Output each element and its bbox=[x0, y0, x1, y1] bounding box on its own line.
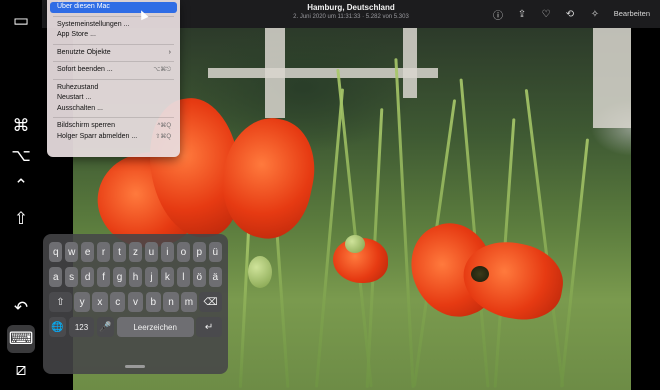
key-k[interactable]: k bbox=[160, 267, 175, 287]
menu-item-shut-down[interactable]: Ausschalten ... bbox=[50, 104, 177, 115]
fence-post bbox=[403, 28, 417, 98]
key-b[interactable]: b bbox=[145, 292, 161, 312]
menu-item-recent-items[interactable]: Benutzte Objekte › bbox=[50, 48, 177, 59]
keyboard-drag-handle[interactable] bbox=[125, 365, 145, 368]
key-m[interactable]: m bbox=[181, 292, 197, 312]
poppy-bud bbox=[345, 235, 365, 253]
shortcut-label: ⌥⌘⎋ bbox=[153, 67, 171, 73]
menu-item-app-store[interactable]: App Store ... bbox=[50, 30, 177, 41]
apple-menu: Über diesen Mac Systemeinstellungen ... … bbox=[47, 0, 180, 157]
shortcut-label: ⇧⌘Q bbox=[155, 133, 171, 140]
globe-key-icon[interactable]: 🌐 bbox=[49, 317, 67, 337]
sidecar-sidebar: ▭ ⌘ ⌥ ⌃ ⇧ ↶ ⌨ ⧄ bbox=[0, 0, 42, 390]
key-s[interactable]: s bbox=[64, 267, 79, 287]
key-z[interactable]: z bbox=[128, 242, 143, 262]
key-r[interactable]: r bbox=[96, 242, 111, 262]
rotate-icon[interactable]: ⟲ bbox=[563, 7, 577, 21]
key-n[interactable]: n bbox=[163, 292, 179, 312]
menu-item-log-out[interactable]: Holger Sparr abmelden ... ⇧⌘Q bbox=[50, 132, 177, 143]
microphone-key-icon[interactable]: 🎤 bbox=[96, 317, 115, 337]
edit-button[interactable]: Bearbeiten bbox=[614, 9, 650, 18]
poppy-center bbox=[471, 266, 489, 282]
hide-sidebar-icon[interactable]: ⧄ bbox=[8, 357, 34, 383]
magic-wand-icon[interactable]: ✧ bbox=[588, 7, 602, 21]
poppy-bud bbox=[248, 256, 272, 288]
key-row-1: q w e r t z u i o p ü bbox=[49, 242, 222, 262]
keyboard-icon[interactable]: ⌨ bbox=[7, 325, 35, 353]
key-t[interactable]: t bbox=[112, 242, 127, 262]
numbers-key[interactable]: 123 bbox=[68, 317, 95, 337]
key-row-3: ⇧ y x c v b n m ⌫ bbox=[49, 292, 222, 312]
key-u[interactable]: u bbox=[144, 242, 159, 262]
menu-item-about-mac[interactable]: Über diesen Mac bbox=[50, 2, 177, 13]
menu-item-system-preferences[interactable]: Systemeinstellungen ... bbox=[50, 20, 177, 31]
chevron-right-icon: › bbox=[168, 48, 171, 56]
shift-icon[interactable]: ⇧ bbox=[8, 206, 34, 232]
shift-key-icon[interactable]: ⇧ bbox=[49, 292, 72, 312]
key-g[interactable]: g bbox=[112, 267, 127, 287]
menu-item-force-quit[interactable]: Sofort beenden ... ⌥⌘⎋ bbox=[50, 65, 177, 76]
key-row-2: a s d f g h j k l ö ä bbox=[49, 267, 222, 287]
fence-post bbox=[265, 28, 285, 118]
key-h[interactable]: h bbox=[128, 267, 143, 287]
key-i[interactable]: i bbox=[160, 242, 175, 262]
key-row-4: 🌐 123 🎤 Leerzeichen ↵ bbox=[49, 317, 222, 337]
menu-separator bbox=[53, 117, 174, 118]
key-a[interactable]: a bbox=[49, 267, 63, 287]
grass-blade bbox=[314, 88, 345, 388]
key-p[interactable]: p bbox=[192, 242, 207, 262]
menu-separator bbox=[53, 15, 174, 17]
key-ae[interactable]: ä bbox=[208, 267, 222, 287]
key-oe[interactable]: ö bbox=[192, 267, 207, 287]
space-key[interactable]: Leerzeichen bbox=[116, 317, 194, 337]
onscreen-keyboard: q w e r t z u i o p ü a s d f g h j k l … bbox=[43, 234, 228, 374]
key-l[interactable]: l bbox=[176, 267, 191, 287]
key-d[interactable]: d bbox=[80, 267, 95, 287]
option-icon[interactable]: ⌥ bbox=[8, 143, 34, 169]
key-w[interactable]: w bbox=[64, 242, 79, 262]
menu-item-restart[interactable]: Neustart ... bbox=[50, 93, 177, 104]
display-icon[interactable]: ▭ bbox=[8, 8, 34, 34]
grass-blade bbox=[394, 58, 415, 388]
key-o[interactable]: o bbox=[176, 242, 191, 262]
key-f[interactable]: f bbox=[96, 267, 111, 287]
key-j[interactable]: j bbox=[144, 267, 159, 287]
menu-item-lock-screen[interactable]: Bildschirm sperren ^⌘Q bbox=[50, 121, 177, 132]
grass-blade bbox=[238, 228, 251, 388]
menu-item-sleep[interactable]: Ruhezustand bbox=[50, 83, 177, 94]
share-icon[interactable]: ⇪ bbox=[515, 7, 529, 21]
delete-key-icon[interactable]: ⌫ bbox=[199, 292, 222, 312]
heart-icon[interactable]: ♡ bbox=[539, 7, 553, 21]
key-e[interactable]: e bbox=[80, 242, 95, 262]
grass-blade bbox=[559, 138, 590, 388]
key-q[interactable]: q bbox=[49, 242, 63, 262]
return-key-icon[interactable]: ↵ bbox=[196, 317, 222, 337]
info-icon[interactable]: ⓘ bbox=[491, 7, 505, 22]
key-c[interactable]: c bbox=[110, 292, 126, 312]
key-ue[interactable]: ü bbox=[208, 242, 222, 262]
command-icon[interactable]: ⌘ bbox=[8, 113, 34, 139]
menu-separator bbox=[53, 78, 174, 80]
fence-post bbox=[593, 28, 631, 128]
shortcut-label: ^⌘Q bbox=[157, 123, 171, 129]
undo-icon[interactable]: ↶ bbox=[8, 295, 34, 321]
key-y[interactable]: y bbox=[74, 292, 90, 312]
grass-blade bbox=[524, 88, 565, 388]
menu-separator bbox=[53, 61, 174, 62]
key-v[interactable]: v bbox=[127, 292, 144, 312]
control-icon[interactable]: ⌃ bbox=[8, 173, 34, 199]
key-x[interactable]: x bbox=[92, 292, 108, 312]
menu-separator bbox=[53, 43, 174, 45]
